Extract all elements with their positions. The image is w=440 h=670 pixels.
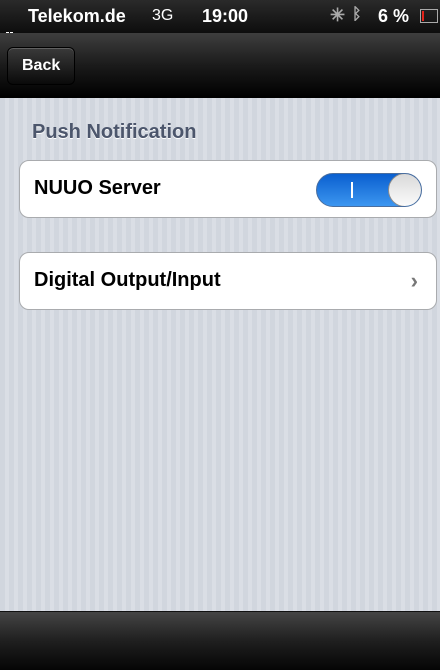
activity-spinner-icon: ✳ [330, 5, 346, 25]
chevron-right-icon: › [410, 268, 418, 293]
toggle-knob [388, 174, 421, 206]
digital-output-input-cell[interactable]: Digital Output/Input › [19, 252, 437, 310]
status-bar: Telekom.de 3G 19:00 ✳ ᛒ 6 % [0, 0, 440, 37]
toggle-on-indicator [351, 182, 353, 198]
section-header: Push Notification [32, 121, 197, 143]
battery-icon [420, 9, 438, 23]
back-button[interactable]: Back [7, 47, 76, 85]
clock: 19:00 [202, 6, 249, 26]
bluetooth-icon: ᛒ [352, 6, 362, 23]
battery-percent: 6 % [378, 6, 410, 26]
nuuo-server-toggle[interactable] [316, 173, 422, 207]
bottom-toolbar [0, 611, 440, 670]
navigation-bar: Back [0, 33, 440, 98]
settings-content: Push Notification NUUO Server Digital Ou… [0, 98, 440, 611]
carrier-name: Telekom.de [28, 6, 126, 26]
network-type: 3G [152, 7, 174, 24]
cell-label: NUUO Server [34, 177, 161, 199]
cell-label: Digital Output/Input [34, 269, 221, 291]
nuuo-server-cell[interactable]: NUUO Server [19, 160, 437, 218]
